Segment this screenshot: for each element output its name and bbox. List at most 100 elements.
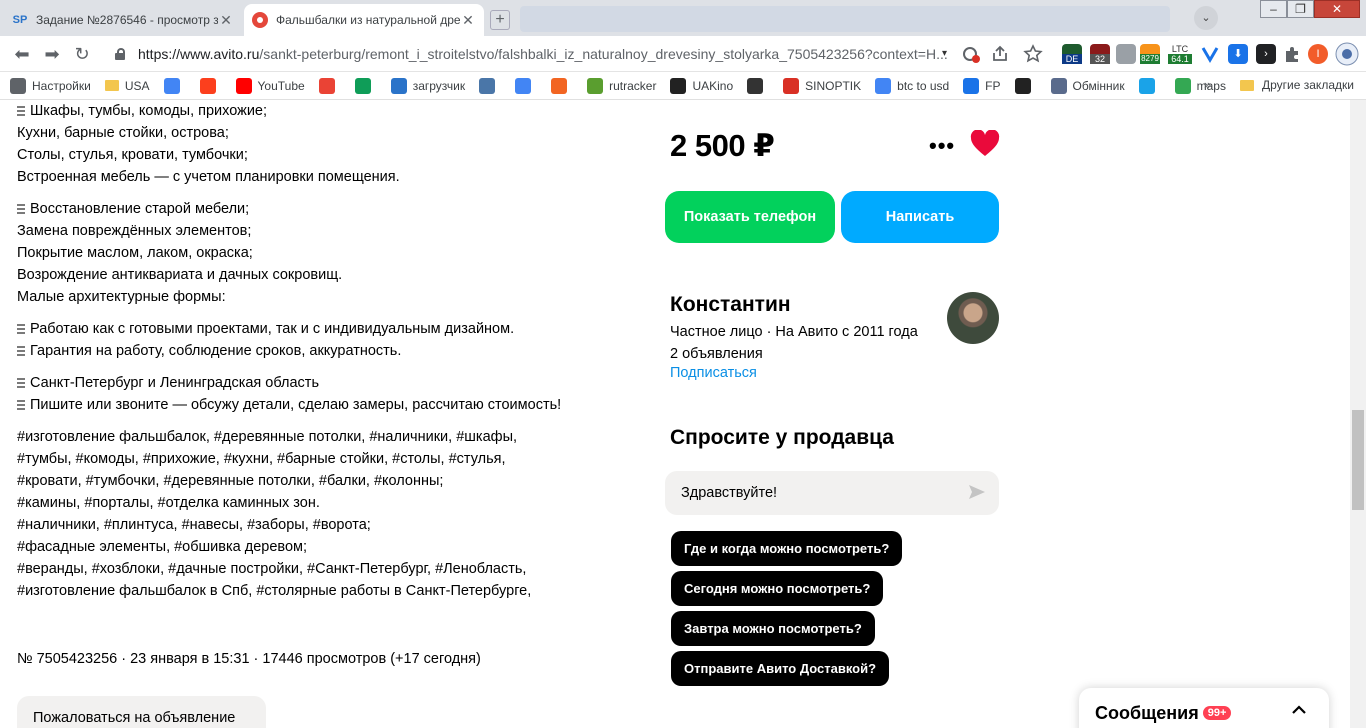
badge-32-icon[interactable]: 32 — [1090, 44, 1110, 64]
puzzle-icon[interactable] — [1282, 44, 1302, 64]
quick-question-button[interactable]: Завтра можно посмотреть? — [671, 611, 875, 646]
back-button[interactable]: ⬅ — [10, 42, 34, 66]
bookmark-translate[interactable] — [515, 74, 537, 98]
gear-icon — [10, 77, 26, 94]
show-phone-button[interactable]: Показать телефон — [665, 191, 835, 243]
bookmarks-overflow-button[interactable]: » — [1204, 77, 1211, 92]
bookmark-обмінник[interactable]: Обмінник — [1050, 74, 1125, 98]
bookmark-star-blue[interactable] — [1138, 74, 1161, 98]
bookmark-gmail[interactable] — [318, 74, 341, 98]
sinoptik-icon — [783, 77, 800, 94]
bullet-icon — [17, 346, 25, 356]
bookmark-bc[interactable] — [1014, 74, 1037, 98]
bookmark-rutracker[interactable]: rutracker — [587, 74, 656, 98]
v-icon[interactable] — [1200, 44, 1220, 64]
tab-title: Задание №2876546 - просмотр з — [36, 13, 218, 27]
quick-question-button[interactable]: Сегодня можно посмотреть? — [671, 571, 884, 606]
message-input[interactable]: Здравствуйте! — [665, 471, 999, 515]
page-scrollbar[interactable] — [1350, 100, 1366, 728]
chevron-down-icon[interactable]: ▾ — [942, 48, 947, 59]
other-bookmarks-button[interactable]: Другие закладки — [1240, 78, 1354, 92]
blurred-tab-area — [520, 6, 1170, 32]
other-bookmarks-label: Другие закладки — [1262, 78, 1354, 92]
complain-button[interactable]: Пожаловаться на объявление — [17, 696, 266, 728]
description-hashtags: #изготовление фальшбалок, #деревянные по… — [17, 429, 532, 599]
minimize-button[interactable]: – — [1260, 0, 1287, 18]
uakino-icon — [670, 77, 687, 94]
chevron-up-icon[interactable] — [1291, 702, 1307, 718]
bookmark-yandex[interactable] — [199, 74, 222, 98]
rutracker-icon — [587, 77, 604, 94]
seller-name[interactable]: Константин — [670, 293, 791, 317]
bookmark-uakino[interactable]: UAKino — [670, 74, 733, 98]
subscribe-link[interactable]: Подписаться — [670, 365, 757, 381]
bookmark-загрузчик[interactable]: загрузчик — [390, 74, 465, 98]
reload-button[interactable]: ↻ — [70, 42, 94, 66]
more-options-icon[interactable]: ••• — [929, 133, 955, 159]
maps-icon — [1174, 77, 1191, 94]
globe-de-icon[interactable]: DE — [1062, 44, 1082, 64]
favorite-heart-icon[interactable] — [970, 130, 1000, 158]
bookmark-usa[interactable]: USA — [104, 74, 150, 98]
scrollbar-thumb[interactable] — [1352, 410, 1364, 510]
bc-icon — [1014, 77, 1031, 94]
bullet-icon — [17, 106, 25, 116]
drive-icon — [354, 77, 371, 94]
bookmark-label: YouTube — [257, 78, 305, 93]
avatar[interactable] — [947, 292, 999, 344]
profile-icon[interactable]: I — [1308, 44, 1328, 64]
bookmark-google[interactable] — [163, 74, 186, 98]
maximize-button[interactable]: ❐ — [1287, 0, 1314, 18]
terminal-icon[interactable]: › — [1256, 44, 1276, 64]
write-message-button[interactable]: Написать — [841, 191, 999, 243]
chess-icon — [747, 77, 764, 94]
close-icon[interactable]: ✕ — [460, 12, 476, 29]
bookmark-chess[interactable] — [747, 74, 769, 98]
send-icon[interactable] — [968, 484, 986, 500]
quick-question-button[interactable]: Где и когда можно посмотреть? — [671, 531, 903, 566]
download-icon[interactable]: ⬇ — [1228, 44, 1248, 64]
no-cookie-icon[interactable] — [961, 44, 981, 64]
new-tab-button[interactable]: + — [490, 10, 510, 30]
menu-icon[interactable] — [1334, 41, 1360, 67]
tab-title: Фальшбалки из натуральной дре — [276, 13, 460, 27]
bullet-icon — [17, 378, 25, 388]
listing-description: Шкафы, тумбы, комоды, прихожие; Кухни, б… — [17, 100, 637, 612]
messages-widget[interactable]: Сообщения 99+ — [1079, 688, 1329, 728]
bookmark-vk[interactable] — [479, 74, 501, 98]
seller-ads-count[interactable]: 2 объявления — [670, 343, 918, 365]
bookmark-btc-to-usd[interactable]: btc to usd — [875, 74, 949, 98]
window-close-button[interactable]: ✕ — [1314, 0, 1360, 18]
bookmark-f[interactable] — [551, 74, 573, 98]
bookmark-maps[interactable]: maps — [1174, 74, 1226, 98]
close-icon[interactable]: ✕ — [218, 12, 234, 29]
bookmark-drive[interactable] — [354, 74, 377, 98]
google-icon — [875, 77, 892, 94]
bullet-icon — [17, 324, 25, 334]
bookmark-fp[interactable]: FP — [963, 74, 1001, 98]
f-icon — [551, 77, 568, 94]
bitcoin-icon[interactable]: 8279 — [1140, 44, 1160, 64]
tab-search-icon[interactable]: ⌄ — [1194, 6, 1218, 30]
bookmark-label: UAKino — [692, 78, 734, 93]
forward-button[interactable]: ➡ — [40, 42, 64, 66]
bookmark-label: rutracker — [609, 78, 657, 93]
description-block-contact: Санкт-Петербург и Ленинградская область … — [17, 372, 637, 416]
ltc-icon[interactable]: LTC 64.1 — [1168, 44, 1192, 64]
star-icon[interactable] — [1023, 44, 1043, 64]
bookmark-label: Настройки — [32, 78, 91, 93]
description-block-restoration: Восстановление старой мебели; Замена пов… — [17, 201, 343, 305]
address-bar[interactable]: https://www.avito.ru/sankt-peterburg/rem… — [102, 40, 958, 68]
extension-icon[interactable] — [1116, 44, 1136, 64]
bookmark-youtube[interactable]: YouTube — [235, 74, 305, 98]
bookmark-sinoptik[interactable]: SINOPTIK — [783, 74, 861, 98]
bookmark-настройки[interactable]: Настройки — [10, 74, 91, 98]
lock-icon[interactable] — [114, 48, 126, 60]
share-icon[interactable] — [990, 44, 1010, 64]
bookmark-label: maps — [1196, 78, 1226, 93]
messages-label: Сообщения — [1095, 702, 1199, 723]
messages-badge: 99+ — [1202, 706, 1232, 720]
quick-question-button[interactable]: Отправите Авито Доставкой? — [671, 651, 890, 686]
tab-task[interactable]: SP Задание №2876546 - просмотр з ✕ — [4, 4, 242, 36]
tab-avito-listing[interactable]: Фальшбалки из натуральной дре ✕ — [244, 4, 484, 36]
